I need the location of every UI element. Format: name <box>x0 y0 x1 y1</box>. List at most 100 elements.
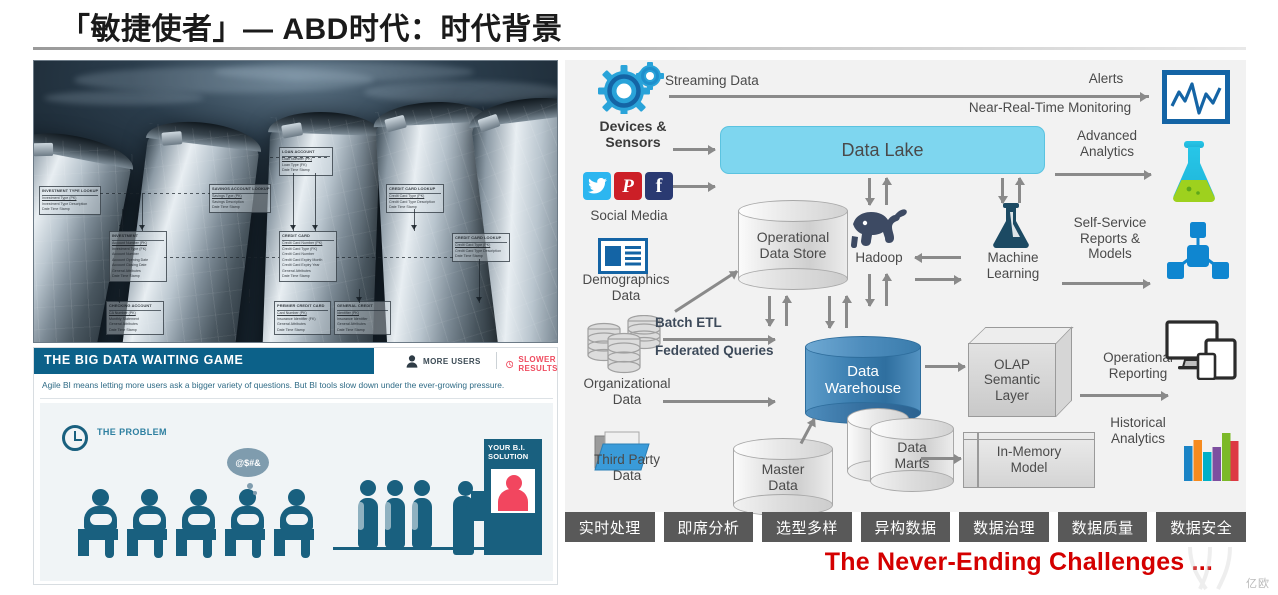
source-label-third-party: Third Party Data <box>593 452 661 483</box>
er-entity-box: PREMIER CREDIT CARD Card Number (PK) Ins… <box>274 301 331 336</box>
flow-label-federated-queries: Federated Queries <box>655 343 774 358</box>
er-entity-box: CREDIT CARD LOOKUP Credit Card Type (PK)… <box>386 184 444 213</box>
arrow-hadoop-to-lake <box>885 178 888 205</box>
the-problem-label: THE PROBLEM <box>97 427 167 437</box>
seated-person <box>274 489 328 558</box>
arrow-to-reporting <box>1080 394 1168 397</box>
er-entity-box: LOAN ACCOUNT Loan Number (PK) Loan Type … <box>279 147 333 176</box>
arrow-dw-to-olap <box>925 365 965 368</box>
watermark-text: 亿欧 <box>1246 578 1270 590</box>
arrow-lake-to-hadoop <box>868 178 871 205</box>
stat-slower-results: SLOWER RESULTS <box>506 355 564 373</box>
bi-solution-kiosk: YOUR B.I. SOLUTION <box>471 439 542 555</box>
tag-item[interactable]: 异构数据 <box>860 512 951 542</box>
er-connector <box>315 173 316 231</box>
er-entity-box: CREDIT CARD LOOKUP Credit Card Type (PK)… <box>452 233 510 262</box>
arrow-ods-to-dw <box>768 296 771 326</box>
big-data-architecture-diagram: Devices & Sensors P f Social Media Demog… <box>565 60 1246 516</box>
arrow-hadoop-to-dw <box>828 296 831 328</box>
master-data-label: Master Data <box>761 460 805 493</box>
er-arrowhead <box>116 297 122 302</box>
database-stack-icon <box>587 315 661 374</box>
er-arrowhead <box>290 225 296 230</box>
desktop-tablet-phone-icon <box>1165 320 1237 380</box>
arrow-batch-etl <box>663 338 775 341</box>
master-data-cylinder: Master Data <box>733 438 833 516</box>
social-icons: P f <box>583 172 673 200</box>
ods-label: Operational Data Store <box>756 228 830 261</box>
er-entity-box: SAVINGS ACCOUNT LOOKUP Savings Type (PK)… <box>209 184 271 213</box>
flask-gradient-icon <box>1173 141 1215 202</box>
arrow-hadoop-to-ml <box>915 278 961 281</box>
seated-person <box>176 489 230 558</box>
tag-item[interactable]: 数据质量 <box>1057 512 1148 542</box>
source-label-devices-sensors: Devices & Sensors <box>599 118 667 151</box>
er-entity-box: GENERAL CREDIT Identifier (PK) Insurance… <box>334 301 391 336</box>
arrow-social-to-lake <box>673 185 715 188</box>
node-network-icon <box>1167 222 1229 279</box>
kiosk-label: YOUR B.I. SOLUTION <box>488 443 529 462</box>
in-memory-model-box: In-Memory Model <box>963 432 1095 488</box>
flow-label-alerts: Alerts <box>1088 71 1124 86</box>
stat-more-users-label: MORE USERS <box>423 357 481 366</box>
title-divider <box>33 47 1246 50</box>
in-memory-label: In-Memory Model <box>996 444 1062 475</box>
data-silos-photo: INVESTMENT TYPE LOOKUP Investment Type (… <box>33 60 558 343</box>
thought-bubble: @$#& <box>227 448 269 477</box>
thought-bubble-text: @$#& <box>235 457 261 468</box>
tag-item[interactable]: 选型多样 <box>762 512 852 542</box>
tag-item[interactable]: 即席分析 <box>663 512 754 542</box>
flow-label-historical-analytics: Historical Analytics <box>1110 415 1166 446</box>
arrow-ml-to-lake <box>1018 178 1021 203</box>
operational-data-store-cylinder: Operational Data Store <box>738 200 848 290</box>
facebook-icon: f <box>645 172 673 200</box>
data-warehouse-cylinder: Data Warehouse <box>805 336 921 424</box>
stat-more-users: MORE USERS <box>406 355 481 368</box>
pinterest-icon: P <box>614 172 642 200</box>
er-arrowhead <box>411 225 417 230</box>
er-entity-box: CHECKING ACCOUNT CA Number (PK) Monthly … <box>106 301 164 336</box>
standing-person <box>383 480 407 548</box>
er-arrowhead <box>119 225 125 230</box>
source-label-demographics: Demographics Data <box>582 272 670 303</box>
challenge-tags: 实时处理 即席分析 选型多样 异构数据 数据治理 数据质量 数据安全 <box>565 512 1247 542</box>
left-column: INVESTMENT TYPE LOOKUP Investment Type (… <box>33 60 558 585</box>
clock-icon <box>506 360 514 368</box>
er-arrowhead <box>312 225 318 230</box>
arrow-ml-to-hadoop <box>915 256 961 259</box>
arrow-to-self-service <box>1062 282 1150 285</box>
er-entity-box: INVESTMENT Account Number (PK) Investmen… <box>109 231 167 282</box>
data-marts-cylinder: Data Marts <box>870 418 954 492</box>
er-relationship-line <box>270 157 330 158</box>
seated-person <box>78 489 132 558</box>
news-card-icon <box>598 238 648 274</box>
er-entity-box: INVESTMENT TYPE LOOKUP Investment Type (… <box>39 186 101 215</box>
seated-person <box>225 489 279 558</box>
bi-card-title: THE BIG DATA WAITING GAME <box>44 353 244 367</box>
olap-label: OLAP Semantic Layer <box>968 343 1056 417</box>
er-entity-box: CREDIT CARD Credit Card Number (PK) Cred… <box>279 231 337 282</box>
standing-person <box>410 480 434 548</box>
arrow-dw-to-ods <box>785 296 788 326</box>
never-ending-challenges-text: The Never-Ending Challenges ... <box>824 548 1213 576</box>
tag-item[interactable]: 数据治理 <box>959 512 1049 542</box>
user-icon <box>406 355 418 368</box>
standing-person <box>356 480 380 548</box>
er-relationship-line <box>164 257 279 258</box>
bi-subtitle-divider <box>40 398 553 399</box>
source-label-social-media: Social Media <box>590 208 668 223</box>
tag-item[interactable]: 数据安全 <box>1156 512 1247 542</box>
gears-icon <box>598 62 664 114</box>
clock-icon <box>62 425 88 451</box>
er-arrowhead <box>246 297 252 302</box>
flask-icon <box>993 203 1029 249</box>
er-relationship-line <box>336 257 456 258</box>
data-marts-label: Data Marts <box>894 438 930 471</box>
arrow-to-advanced-analytics <box>1055 173 1151 176</box>
arrow-devices-to-lake <box>673 148 715 151</box>
tag-item[interactable]: 实时处理 <box>565 512 655 542</box>
bi-agent-body <box>498 489 528 511</box>
flow-label-streaming-data: Streaming Data <box>665 73 759 88</box>
hadoop-elephant-icon <box>849 205 907 249</box>
er-connector <box>293 173 294 231</box>
